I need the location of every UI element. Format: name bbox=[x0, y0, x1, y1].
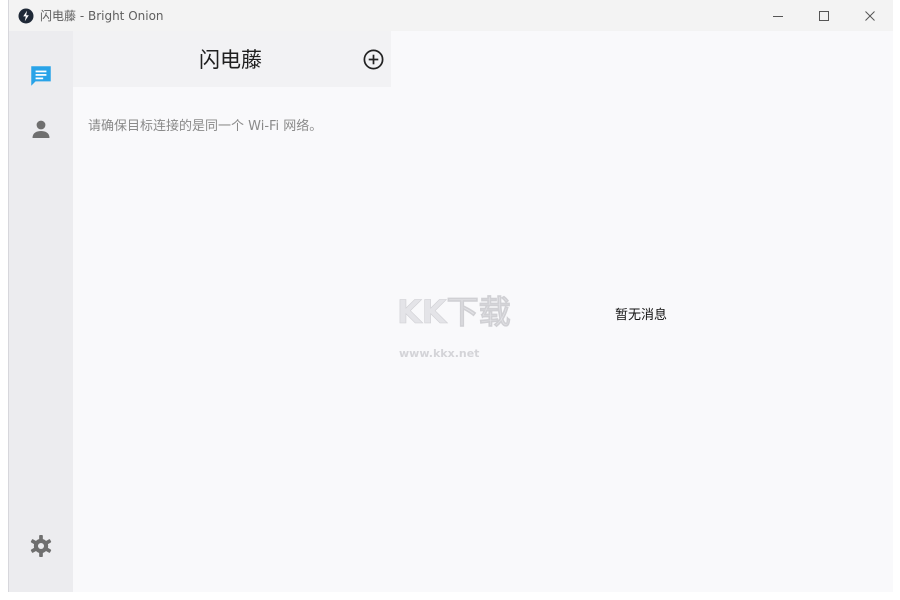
minimize-icon bbox=[773, 15, 783, 17]
sidebar bbox=[9, 31, 73, 592]
minimize-button[interactable] bbox=[755, 0, 801, 31]
empty-messages-text: 暂无消息 bbox=[615, 308, 668, 323]
page-title: 闪电藤 bbox=[199, 48, 262, 72]
maximize-icon bbox=[819, 10, 829, 21]
add-device-button[interactable] bbox=[361, 47, 385, 71]
plus-circle-icon bbox=[363, 49, 383, 69]
close-button[interactable] bbox=[847, 0, 893, 31]
app-logo-icon bbox=[18, 8, 34, 24]
title-bar[interactable]: 闪电藤 - Bright Onion bbox=[9, 0, 893, 31]
gear-icon bbox=[30, 534, 52, 558]
app-window: 闪电藤 - Bright Onion 闪电藤 请确保目标连接的是同一个 Wi-F… bbox=[8, 0, 893, 592]
conversation-list-header: 闪电藤 bbox=[73, 31, 391, 87]
close-icon bbox=[865, 10, 875, 21]
chat-icon bbox=[31, 66, 51, 86]
watermark-logo: KK下载 www.kkx.net bbox=[397, 293, 511, 360]
wifi-hint-text: 请确保目标连接的是同一个 Wi-Fi 网络。 bbox=[88, 119, 323, 134]
settings-button[interactable] bbox=[25, 530, 57, 562]
maximize-button[interactable] bbox=[801, 0, 847, 31]
window-controls bbox=[755, 0, 893, 31]
window-title: 闪电藤 - Bright Onion bbox=[40, 9, 164, 23]
watermark-logo-text: KK下载 bbox=[397, 293, 511, 331]
main-area: 闪电藤 请确保目标连接的是同一个 Wi-Fi 网络。 暂无消息 KK下载 www… bbox=[73, 31, 893, 592]
watermark-url: www.kkx.net bbox=[399, 347, 479, 360]
person-icon bbox=[32, 120, 50, 138]
sidebar-item-messages[interactable] bbox=[25, 60, 57, 92]
sidebar-item-contacts[interactable] bbox=[25, 113, 57, 145]
